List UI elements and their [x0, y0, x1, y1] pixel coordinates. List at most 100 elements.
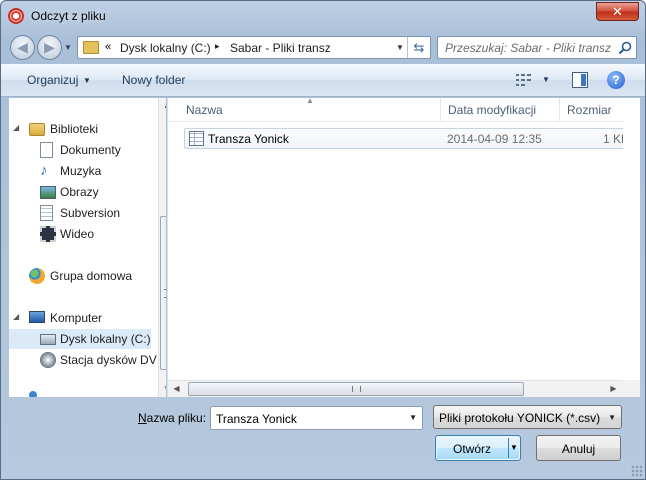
command-bar: Organizuj ▼ Nowy folder ▼ ?	[1, 64, 645, 97]
file-type-select[interactable]: Pliki protokołu YONICK (*.csv) ▼	[433, 405, 622, 429]
libraries-icon	[29, 123, 45, 136]
file-type-dropdown-icon[interactable]: ▼	[608, 413, 616, 422]
scroll-down-icon[interactable]: ▼	[159, 381, 166, 397]
nav-item-dvd-drive[interactable]: Stacja dysków DV	[9, 350, 157, 370]
nav-item-libraries[interactable]: ◢ Biblioteki	[9, 119, 151, 139]
filename-label-mnemonic: N	[138, 411, 147, 425]
forward-arrow-icon: ▶	[44, 39, 55, 55]
resize-grip-icon[interactable]	[631, 465, 643, 477]
organize-button[interactable]: Organizuj	[27, 73, 78, 87]
nav-label: Komputer	[50, 311, 103, 325]
address-bar[interactable]: « Dysk lokalny (C:) ▸ Sabar - Pliki tran…	[77, 36, 431, 59]
cancel-button[interactable]: Anuluj	[536, 435, 621, 461]
scroll-up-icon[interactable]: ▲	[159, 98, 166, 114]
nav-item-homegroup[interactable]: Grupa domowa	[9, 266, 151, 286]
file-row[interactable]: Transza Yonick 2014-04-09 12:35 1 KB	[184, 128, 635, 149]
back-arrow-icon: ◀	[17, 39, 28, 55]
column-header-modified[interactable]: Data modyfikacji	[448, 103, 536, 117]
nav-item-network-partial[interactable]	[9, 389, 151, 397]
organize-dropdown-icon[interactable]: ▼	[83, 76, 91, 85]
subversion-icon	[40, 205, 53, 221]
nav-pane-scrollbar[interactable]: ▲ ▼	[158, 98, 166, 397]
app-icon	[8, 8, 24, 24]
nav-label: Stacja dysków DV	[60, 353, 157, 367]
search-input[interactable]: Przeszukaj: Sabar - Pliki transz	[437, 36, 637, 59]
address-overflow-chevron[interactable]: «	[105, 41, 111, 53]
close-button[interactable]: ✕	[596, 2, 639, 21]
scroll-left-icon[interactable]: ◀	[168, 381, 185, 397]
scroll-right-icon[interactable]: ▶	[605, 381, 622, 397]
address-segment-current-folder[interactable]: Sabar - Pliki transz	[230, 41, 331, 55]
local-disk-icon	[40, 334, 56, 345]
nav-item-documents[interactable]: Dokumenty	[9, 140, 151, 160]
pictures-icon	[40, 186, 56, 199]
file-name: Transza Yonick	[208, 132, 289, 146]
open-button[interactable]: Otwórz ▼	[435, 435, 521, 461]
expand-icon[interactable]: ◢	[13, 123, 19, 132]
view-options-dropdown-icon[interactable]: ▼	[542, 75, 550, 84]
nav-scroll-thumb[interactable]	[160, 216, 166, 370]
file-modified: 2014-04-09 12:35	[447, 132, 542, 146]
back-button[interactable]: ◀	[10, 35, 35, 60]
column-header-size[interactable]: Rozmiar	[567, 103, 612, 117]
column-header-name[interactable]: Nazwa	[186, 103, 223, 117]
filename-label: Nazwa pliku:	[138, 411, 206, 425]
title-bar[interactable]: Odczyt z pliku ✕	[1, 1, 645, 31]
nav-label: Subversion	[60, 206, 121, 220]
dvd-drive-icon	[40, 352, 56, 368]
nav-label: Wideo	[60, 227, 95, 241]
filename-combobox[interactable]: Transza Yonick ▼	[210, 406, 423, 430]
forward-button[interactable]: ▶	[37, 35, 62, 60]
column-divider[interactable]	[559, 98, 560, 122]
file-type-value: Pliki protokołu YONICK (*.csv)	[439, 411, 601, 425]
nav-item-local-disk[interactable]: Dysk lokalny (C:)	[9, 329, 151, 349]
column-divider[interactable]	[440, 98, 441, 122]
address-history-dropdown[interactable]: ▼	[394, 37, 406, 58]
refresh-icon[interactable]: ⇆	[407, 37, 430, 58]
nav-item-subversion[interactable]: Subversion	[9, 203, 151, 223]
nav-label: Biblioteki	[50, 122, 99, 136]
network-icon	[29, 391, 37, 397]
nav-item-video[interactable]: Wideo	[9, 224, 151, 244]
scroll-corner	[622, 380, 640, 397]
nav-item-computer[interactable]: ◢ Komputer	[9, 308, 151, 328]
nav-label: Muzyka	[60, 164, 102, 178]
expand-icon[interactable]: ◢	[13, 312, 19, 321]
nav-item-music[interactable]: ♪ Muzyka	[9, 161, 151, 181]
address-segment-local-disk[interactable]: Dysk lokalny (C:)	[120, 41, 211, 55]
new-folder-button[interactable]: Nowy folder	[122, 73, 185, 87]
window-title: Odczyt z pliku	[31, 9, 106, 23]
nav-item-pictures[interactable]: Obrazy	[9, 182, 151, 202]
cancel-button-label: Anuluj	[561, 442, 596, 456]
open-button-label: Otwórz	[452, 442, 491, 456]
filename-label-text: azwa pliku:	[146, 411, 207, 425]
help-icon[interactable]: ?	[607, 71, 625, 89]
address-separator-icon[interactable]: ▸	[215, 41, 220, 52]
filename-dropdown-icon[interactable]: ▼	[409, 413, 417, 422]
open-options-dropdown-icon[interactable]: ▼	[510, 443, 518, 452]
nav-label: Dokumenty	[60, 143, 121, 157]
music-icon: ♪	[40, 162, 48, 179]
homegroup-icon	[29, 268, 45, 284]
computer-icon	[29, 311, 45, 323]
change-view-icon[interactable]	[516, 73, 532, 87]
open-file-dialog: Odczyt z pliku ✕ ◀ ▶ ▼ « Dysk lokalny (C…	[0, 0, 646, 480]
csv-file-icon	[189, 131, 204, 146]
split-divider	[508, 438, 509, 458]
nav-label: Obrazy	[60, 185, 99, 199]
nav-label: Dysk lokalny (C:)	[60, 332, 151, 346]
folder-icon	[83, 41, 99, 54]
navigation-pane: ◢ Biblioteki Dokumenty ♪ Muzyka Obrazy S…	[9, 98, 166, 397]
file-list-pane: ▲ Nazwa Data modyfikacji Rozmiar Transza…	[167, 96, 640, 397]
sort-ascending-icon: ▲	[306, 96, 314, 105]
video-icon	[40, 226, 56, 242]
preview-pane-icon[interactable]	[572, 72, 588, 88]
nav-label: Grupa domowa	[50, 269, 133, 283]
documents-icon	[40, 142, 53, 158]
horizontal-scroll-thumb[interactable]	[188, 382, 524, 396]
column-header-row: ▲ Nazwa Data modyfikacji Rozmiar	[168, 96, 640, 122]
search-icon[interactable]	[618, 41, 632, 55]
filename-value[interactable]: Transza Yonick	[216, 412, 297, 426]
recent-pages-dropdown[interactable]: ▼	[64, 43, 72, 52]
file-list-horizontal-scrollbar[interactable]: ◀ ▶	[168, 380, 622, 397]
